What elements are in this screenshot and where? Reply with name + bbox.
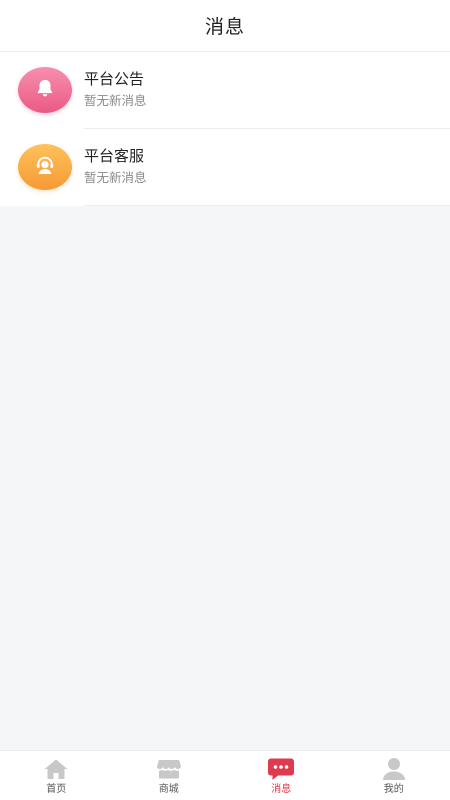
message-icon [267,757,295,781]
tab-mine[interactable]: 我的 [338,751,450,800]
user-icon [380,757,408,781]
tab-label: 首页 [46,784,67,795]
tab-label: 商城 [158,784,179,795]
bottom-tab-bar: 首页 商城 消息 我的 [0,750,450,800]
home-icon [42,757,70,781]
row-divider [84,205,450,206]
tab-shop[interactable]: 商城 [113,751,226,800]
tab-label: 我的 [383,784,404,795]
message-title: 平台客服 [84,147,145,165]
page-title: 消息 [204,16,245,38]
message-list: 平台公告 暂无新消息 平台客服 暂无新消息 [0,52,450,206]
message-item-announcement[interactable]: 平台公告 暂无新消息 [0,52,450,129]
message-title: 平台公告 [84,70,145,88]
customer-service-avatar [18,144,72,190]
bell-icon [34,77,56,103]
tab-home[interactable]: 首页 [0,751,113,800]
announcement-avatar [18,67,72,113]
top-header: 消息 [0,0,450,52]
tab-message[interactable]: 消息 [225,751,338,800]
tab-label: 消息 [271,784,292,795]
shop-icon [155,757,183,781]
customer-service-icon [33,153,57,181]
message-subtitle: 暂无新消息 [84,170,147,185]
message-subtitle: 暂无新消息 [84,93,147,108]
message-item-customer-service[interactable]: 平台客服 暂无新消息 [0,129,450,206]
